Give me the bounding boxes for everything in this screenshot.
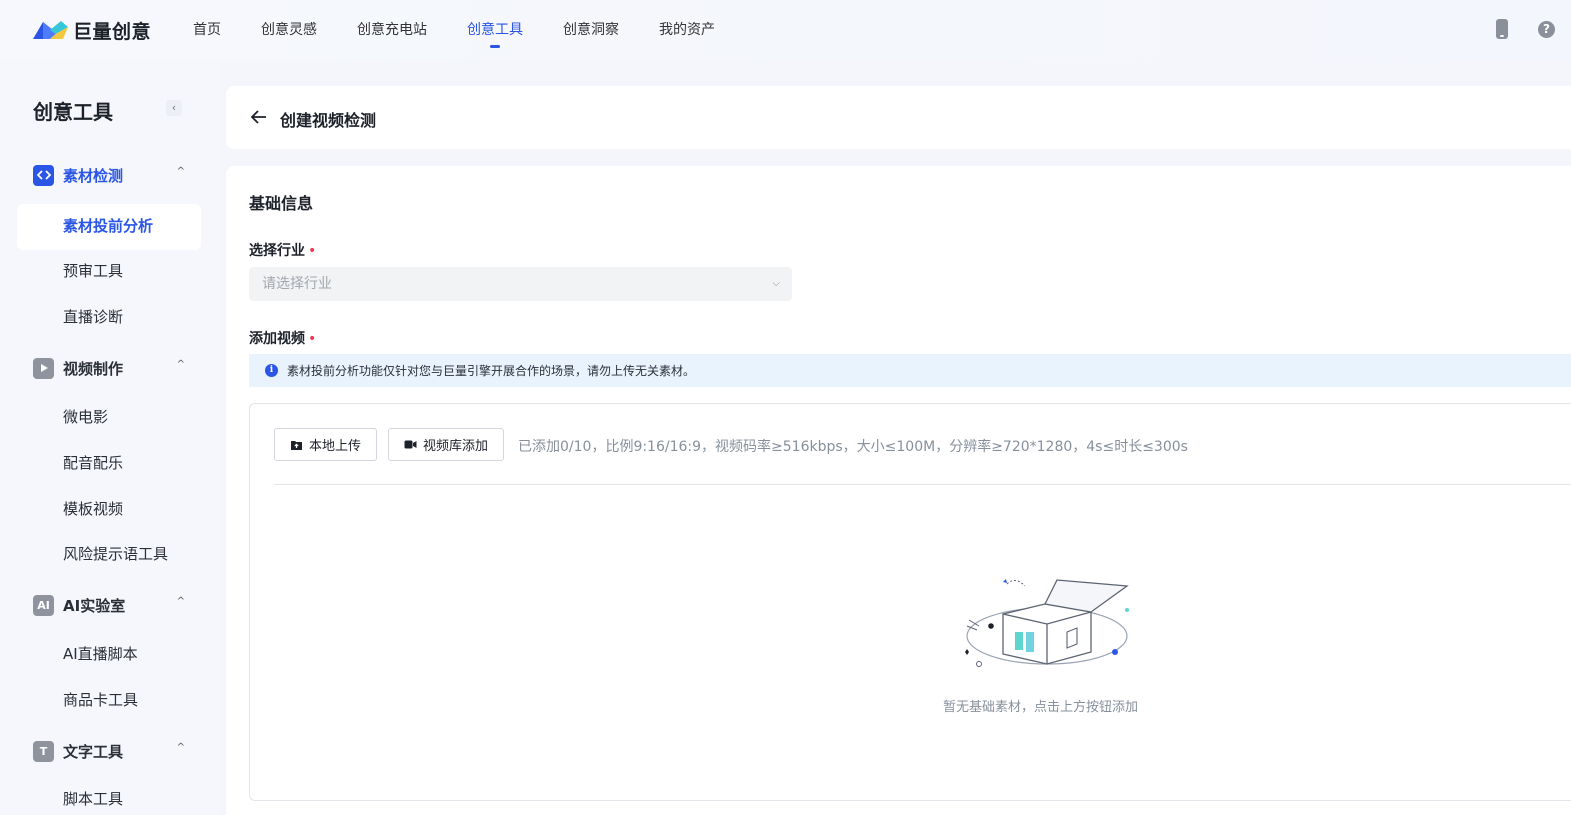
sidebar-group-label: AI实验室 [63,596,126,615]
main-nav: 首页 创意灵感 创意充电站 创意工具 创意洞察 我的资产 [193,0,755,60]
text-icon: T [33,740,54,762]
code-icon [33,164,54,186]
logo[interactable]: 巨量创意 [33,17,163,44]
empty-state-text: 暂无基础素材，点击上方按钮添加 [943,700,1139,715]
sidebar-item-ai-live-script[interactable]: AI直播脚本 [63,643,138,665]
ai-icon: AI [33,594,54,616]
sidebar-group-video-production[interactable]: 视频制作 ^ [33,356,193,380]
chevron-down-icon: ⌵ [772,278,780,289]
sidebar-item-dubbing-music[interactable]: 配音配乐 [63,452,123,474]
required-mark: • [308,243,317,259]
sidebar-group-ai-lab[interactable]: AI AI实验室 ^ [33,593,193,617]
sidebar-item-micro-film[interactable]: 微电影 [63,406,108,428]
video-library-button[interactable]: 视频库添加 [388,428,505,461]
video-label-text: 添加视频 [249,331,305,347]
industry-select-placeholder: 请选择行业 [262,276,332,292]
nav-my-assets[interactable]: 我的资产 [659,0,715,60]
chevron-up-icon: ^ [176,742,185,753]
nav-insights[interactable]: 创意洞察 [563,0,619,60]
sidebar-group-label: 素材检测 [63,166,124,185]
nav-charging-station[interactable]: 创意充电站 [357,0,427,60]
chevron-up-icon: ^ [176,166,185,177]
help-icon[interactable]: ? [1538,20,1555,38]
sidebar-group-label: 文字工具 [63,742,124,761]
sidebar-group-label: 视频制作 [63,359,124,378]
collapse-sidebar-button[interactable]: ‹ [166,100,182,116]
video-camera-icon [404,439,417,450]
industry-label-text: 选择行业 [249,243,305,259]
empty-box-illustration [955,574,1135,678]
sidebar-group-material-check[interactable]: 素材检测 ^ [33,163,193,187]
brand-logo-icon [33,21,68,39]
industry-label: 选择行业 • [249,240,316,260]
divider [274,484,1571,485]
notice-text: 素材投前分析功能仅针对您与巨量引擎开展合作的场景，请勿上传无关素材。 [287,364,696,378]
sidebar-item-script-tool[interactable]: 脚本工具 [63,788,123,810]
page-header: 创建视频检测 [226,86,1571,149]
sidebar-item-pre-analysis[interactable]: 素材投前分析 [63,215,153,237]
video-label: 添加视频 • [249,328,316,348]
page-title: 创建视频检测 [280,111,377,130]
chevron-up-icon: ^ [176,596,185,607]
local-upload-button[interactable]: 本地上传 [274,428,378,461]
chevron-up-icon: ^ [176,359,185,370]
nav-home[interactable]: 首页 [193,0,221,60]
sidebar-group-text-tools[interactable]: T 文字工具 ^ [33,739,193,763]
nav-creative-tools[interactable]: 创意工具 [467,0,523,60]
upload-requirements-hint: 已添加0/10，比例9:16/16:9，视频码率≥516kbps，大小≤100M… [518,439,1188,455]
video-library-label: 视频库添加 [423,439,489,454]
sidebar-title: 创意工具 [33,100,113,124]
brand-name: 巨量创意 [73,20,152,43]
sidebar-item-risk-tip-tool[interactable]: 风险提示语工具 [63,543,168,565]
sidebar-item-product-card[interactable]: 商品卡工具 [63,689,138,711]
mobile-icon[interactable] [1496,19,1508,39]
upload-area: 本地上传 视频库添加 已添加0/10，比例9:16/16:9，视频码率≥516k… [249,403,1571,801]
local-upload-label: 本地上传 [309,439,362,454]
notice-banner: i 素材投前分析功能仅针对您与巨量引擎开展合作的场景，请勿上传无关素材。 [249,354,1571,387]
sidebar: 创意工具 ‹ 素材检测 ^ 素材投前分析 预审工具 直播诊断 视频制作 ^ 微电… [0,60,218,815]
info-icon: i [265,364,278,377]
form-card: 基础信息 选择行业 • 请选择行业 ⌵ 添加视频 • i 素材投前分析功能仅针对您与… [226,166,1571,815]
sidebar-item-template-video[interactable]: 模板视频 [63,498,123,520]
sidebar-item-pre-review[interactable]: 预审工具 [63,260,123,282]
section-title: 基础信息 [249,194,314,213]
sidebar-item-live-diagnosis[interactable]: 直播诊断 [63,306,123,328]
industry-select[interactable]: 请选择行业 ⌵ [249,267,792,301]
play-icon [33,357,54,379]
nav-inspiration[interactable]: 创意灵感 [261,0,317,60]
required-mark: • [308,331,317,347]
folder-upload-icon [290,439,303,451]
top-right-actions: ? [1496,19,1555,39]
back-arrow-icon[interactable] [250,108,268,130]
top-nav: 巨量创意 首页 创意灵感 创意充电站 创意工具 创意洞察 我的资产 ? [0,0,1571,60]
